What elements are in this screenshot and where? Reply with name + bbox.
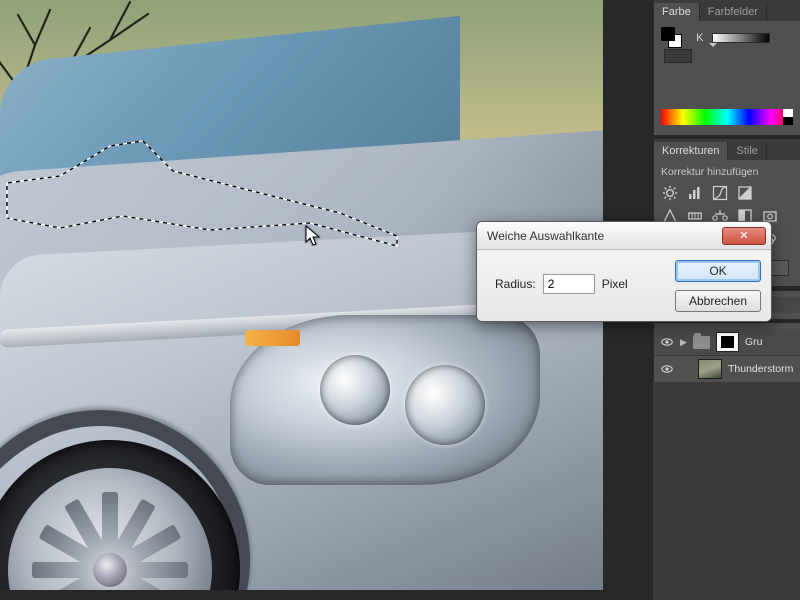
tab-stile[interactable]: Stile <box>728 142 766 160</box>
levels-icon[interactable] <box>686 185 704 201</box>
color-swatches[interactable] <box>661 27 683 49</box>
cancel-button[interactable]: Abbrechen <box>675 290 761 312</box>
k-slider[interactable] <box>712 33 770 43</box>
layer-name-label: Thunderstorm <box>728 363 793 375</box>
dialog-title: Weiche Auswahlkante <box>477 229 722 243</box>
color-spectrum[interactable] <box>661 109 793 125</box>
layers-panel-visible-rows: ▶ Gru Thunderstorm <box>653 323 800 382</box>
radius-label: Radius: <box>495 277 536 291</box>
tab-farbfelder[interactable]: Farbfelder <box>700 3 767 21</box>
dialog-titlebar[interactable]: Weiche Auswahlkante ✕ <box>477 222 771 250</box>
close-icon: ✕ <box>739 229 748 242</box>
color-panel: Farbe Farbfelder K <box>653 0 800 135</box>
layer-name-label: Gru <box>745 336 763 348</box>
layer-mask-thumb[interactable] <box>716 332 739 352</box>
brightness-icon[interactable] <box>661 185 679 201</box>
radius-input[interactable] <box>543 274 595 294</box>
exposure-icon[interactable] <box>736 185 754 201</box>
layer-row-group[interactable]: ▶ Gru <box>654 329 800 355</box>
visibility-eye-icon[interactable] <box>660 362 674 376</box>
radius-unit: Pixel <box>602 277 628 291</box>
selection-marquee <box>5 138 400 253</box>
k-value-field[interactable] <box>664 49 692 63</box>
layer-thumbnail[interactable] <box>698 359 722 379</box>
feather-selection-dialog: Weiche Auswahlkante ✕ Radius: Pixel OK A… <box>476 221 772 322</box>
k-channel-label: K <box>696 32 703 44</box>
layer-row-image[interactable]: Thunderstorm <box>654 355 800 382</box>
visibility-eye-icon[interactable] <box>660 335 674 349</box>
curves-icon[interactable] <box>711 185 729 201</box>
adjustments-subtitle: Korrektur hinzufügen <box>661 166 793 178</box>
adjustments-aux-icon-3[interactable] <box>771 260 789 276</box>
folder-icon <box>693 336 710 349</box>
tab-farbe[interactable]: Farbe <box>654 3 700 21</box>
tab-korrekturen[interactable]: Korrekturen <box>654 142 728 160</box>
car-headlight <box>230 315 540 485</box>
disclosure-chevron-icon[interactable]: ▶ <box>680 337 687 348</box>
ok-button[interactable]: OK <box>675 260 761 282</box>
close-button[interactable]: ✕ <box>722 227 766 245</box>
foreground-swatch[interactable] <box>661 27 675 41</box>
cursor-arrow-icon <box>305 225 323 249</box>
